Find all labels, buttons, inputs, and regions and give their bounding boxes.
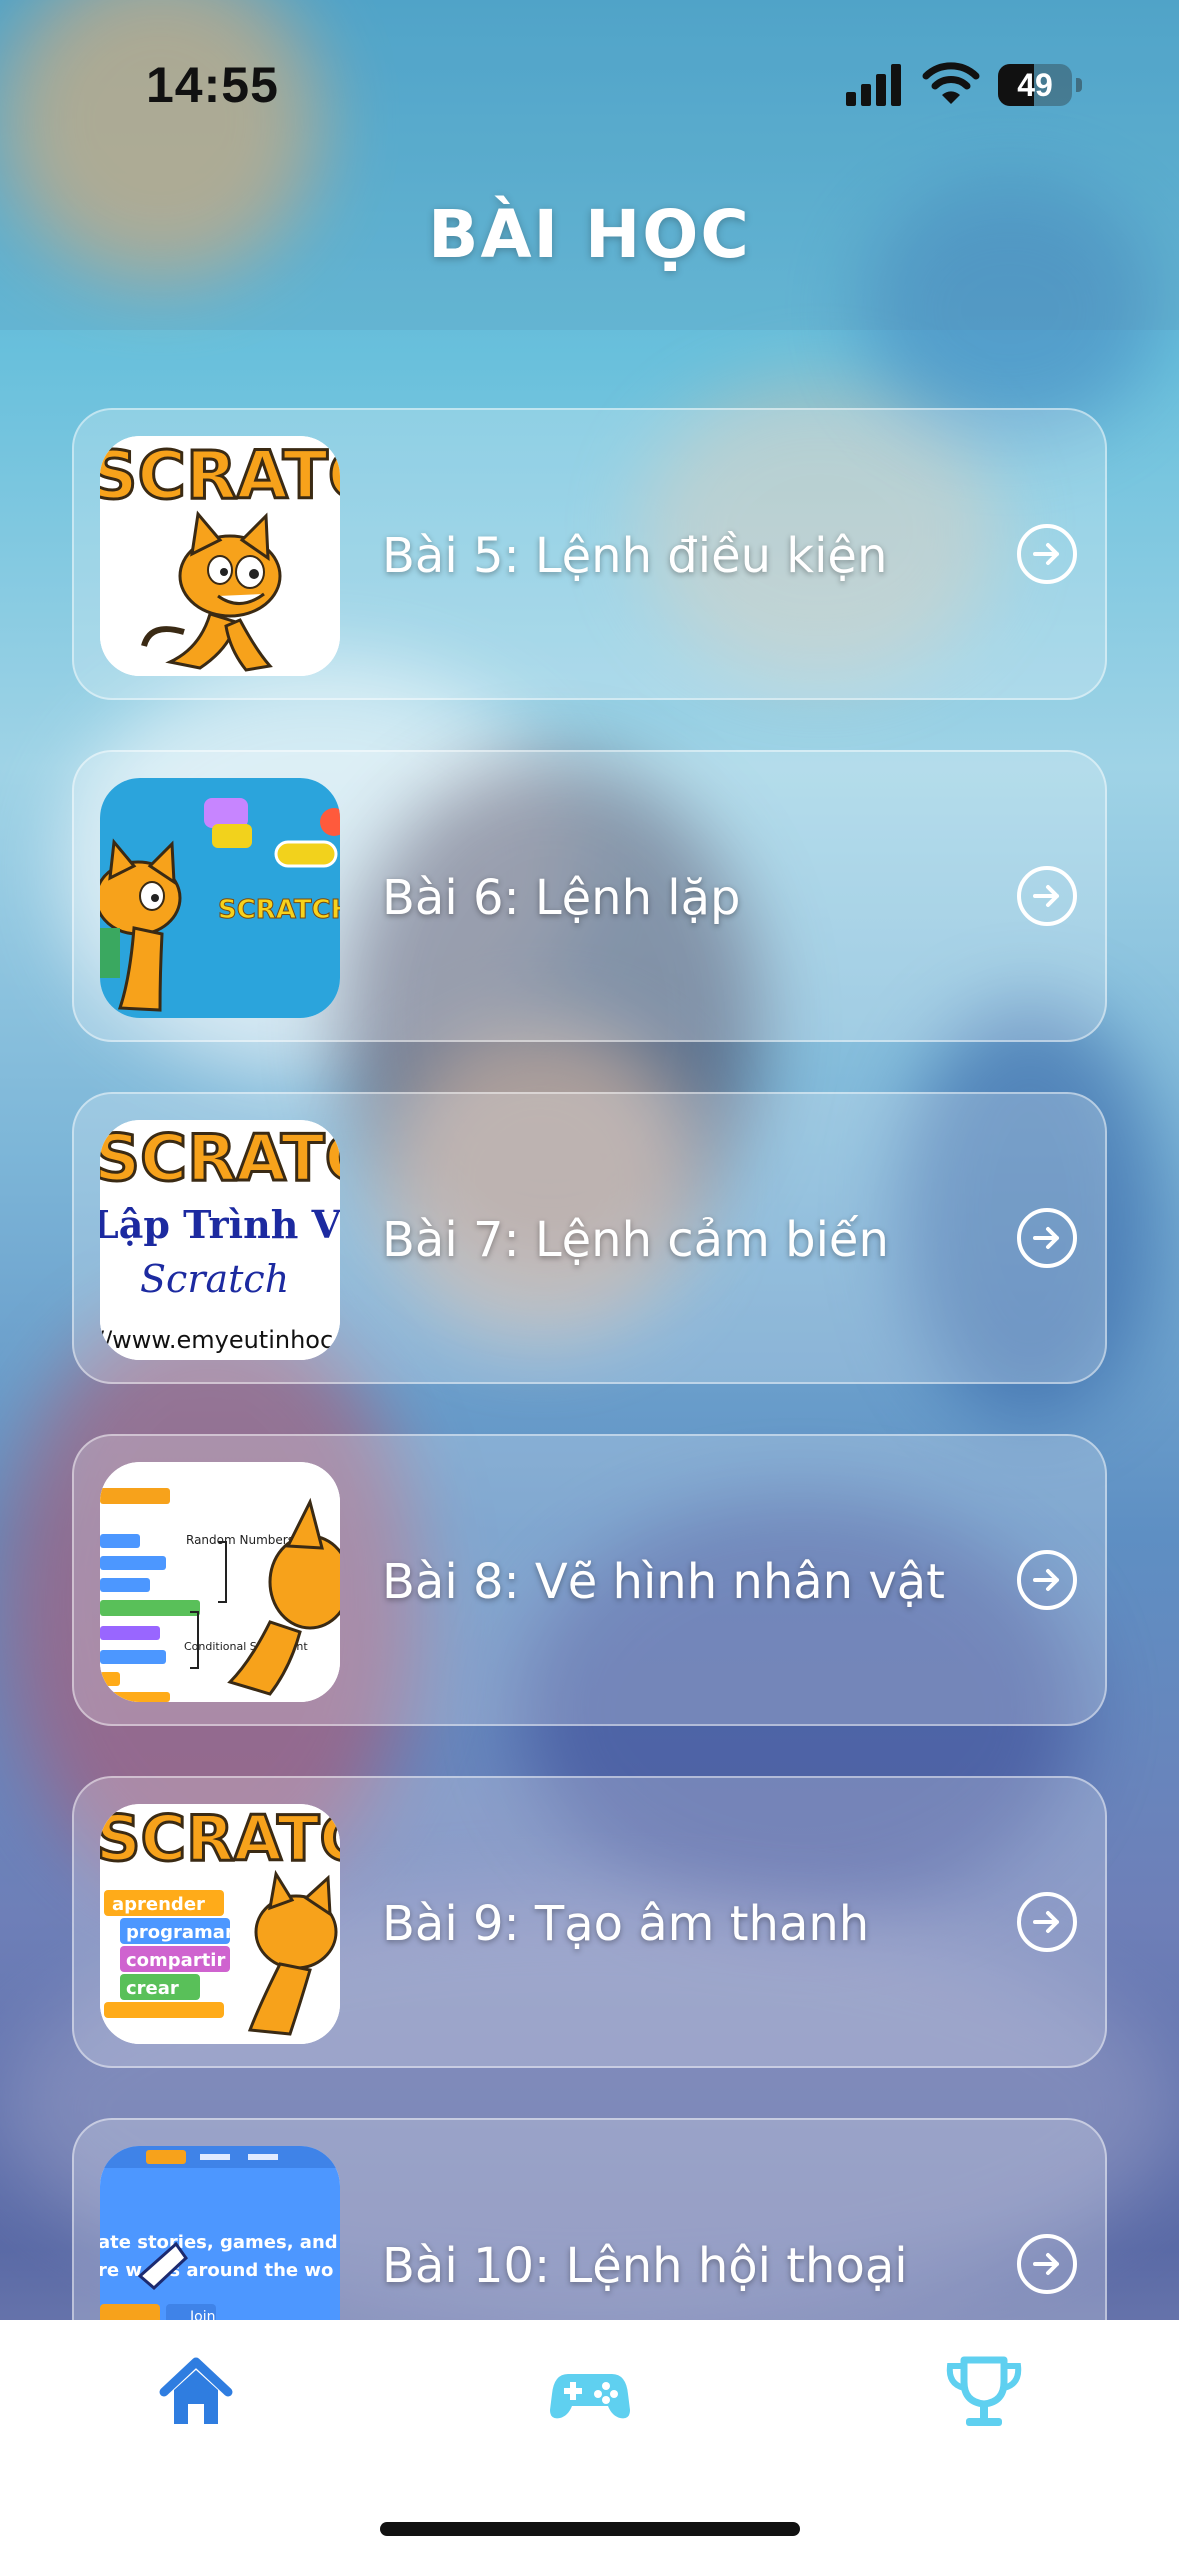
lesson-card-7[interactable]: SCRATCH Lập Trình Với Scratch //www.emye… bbox=[72, 1092, 1107, 1384]
tab-games[interactable] bbox=[550, 2352, 630, 2432]
lesson-thumbnail: SCRATCH bbox=[100, 778, 340, 1018]
thumb-url-text: //www.emyeutinhoc bbox=[100, 1326, 333, 1354]
status-bar: 14:55 49 bbox=[0, 0, 1179, 170]
thumb-compartir-text: compartir bbox=[126, 1950, 225, 1971]
thumb-web-line2-text: re w ers around the wo bbox=[100, 2260, 333, 2281]
thumb-scratch-text: SCRATCH bbox=[100, 437, 340, 514]
lesson-title: Bài 6: Lệnh lặp bbox=[382, 870, 741, 926]
thumb-web-line1-text: ate stories, games, and anim bbox=[100, 2232, 340, 2253]
lesson-thumbnail: ate stories, games, and anim re w ers ar… bbox=[100, 2146, 340, 2320]
tab-achievements[interactable] bbox=[944, 2352, 1024, 2432]
thumb-scratch-text: SCRATCH bbox=[100, 1122, 340, 1196]
arrow-right-icon[interactable] bbox=[1017, 1550, 1077, 1610]
home-indicator bbox=[380, 2522, 800, 2536]
lesson-thumbnail: SCRATCH bbox=[100, 436, 340, 676]
home-icon bbox=[159, 2357, 233, 2424]
thumb-join-text: Join bbox=[189, 2309, 215, 2320]
wifi-icon bbox=[922, 60, 980, 108]
arrow-right-icon[interactable] bbox=[1017, 2234, 1077, 2294]
page-title: BÀI HỌC bbox=[428, 196, 751, 273]
arrow-right-icon[interactable] bbox=[1017, 524, 1077, 584]
lesson-title: Bài 8: Vẽ hình nhân vật bbox=[382, 1554, 945, 1610]
lesson-card-10[interactable]: ate stories, games, and anim re w ers ar… bbox=[72, 2118, 1107, 2320]
thumb-scratch-script-text: Scratch bbox=[140, 1257, 289, 1301]
thumb-aprender-text: aprender bbox=[112, 1894, 205, 1915]
thumb-crear-text: crear bbox=[126, 1978, 179, 1999]
trophy-icon bbox=[946, 2356, 1022, 2426]
gamepad-icon bbox=[550, 2374, 630, 2419]
status-time: 14:55 bbox=[146, 57, 279, 113]
lesson-title: Bài 9: Tạo âm thanh bbox=[382, 1896, 870, 1952]
tab-home[interactable] bbox=[156, 2352, 236, 2432]
battery-icon: 49 bbox=[998, 64, 1072, 106]
cellular-signal-icon bbox=[846, 62, 902, 106]
lesson-list[interactable]: SCRATCH Bài 5: Lệnh điều kiện bbox=[72, 408, 1107, 2320]
lesson-title: Bài 7: Lệnh cảm biến bbox=[382, 1212, 889, 1268]
arrow-right-icon[interactable] bbox=[1017, 1208, 1077, 1268]
arrow-right-icon[interactable] bbox=[1017, 1892, 1077, 1952]
thumb-random-numbers-text: Random Numbers bbox=[186, 1533, 294, 1547]
lesson-thumbnail: SCRATCH aprender programar compartir cre… bbox=[100, 1804, 340, 2044]
battery-cap bbox=[1076, 78, 1082, 92]
thumb-lap-trinh-text: Lập Trình Với bbox=[100, 1202, 340, 1247]
thumb-scratch-text: SCRATCH bbox=[218, 895, 340, 925]
lesson-card-5[interactable]: SCRATCH Bài 5: Lệnh điều kiện bbox=[72, 408, 1107, 700]
bottom-tab-bar bbox=[0, 2320, 1179, 2556]
lesson-card-9[interactable]: SCRATCH aprender programar compartir cre… bbox=[72, 1776, 1107, 2068]
arrow-right-icon[interactable] bbox=[1017, 866, 1077, 926]
thumb-programar-text: programar bbox=[126, 1922, 234, 1943]
lesson-thumbnail: SCRATCH Lập Trình Với Scratch //www.emye… bbox=[100, 1120, 340, 1360]
lesson-title: Bài 10: Lệnh hội thoại bbox=[382, 2238, 908, 2294]
battery-level: 49 bbox=[1017, 67, 1053, 103]
lesson-title: Bài 5: Lệnh điều kiện bbox=[382, 528, 888, 584]
lesson-card-8[interactable]: Random Numbers Conditional Statement Bài… bbox=[72, 1434, 1107, 1726]
thumb-scratch-text: SCRATCH bbox=[100, 1804, 340, 1875]
lesson-card-6[interactable]: SCRATCH Bài 6: Lệnh lặp bbox=[72, 750, 1107, 1042]
lesson-thumbnail: Random Numbers Conditional Statement bbox=[100, 1462, 340, 1702]
